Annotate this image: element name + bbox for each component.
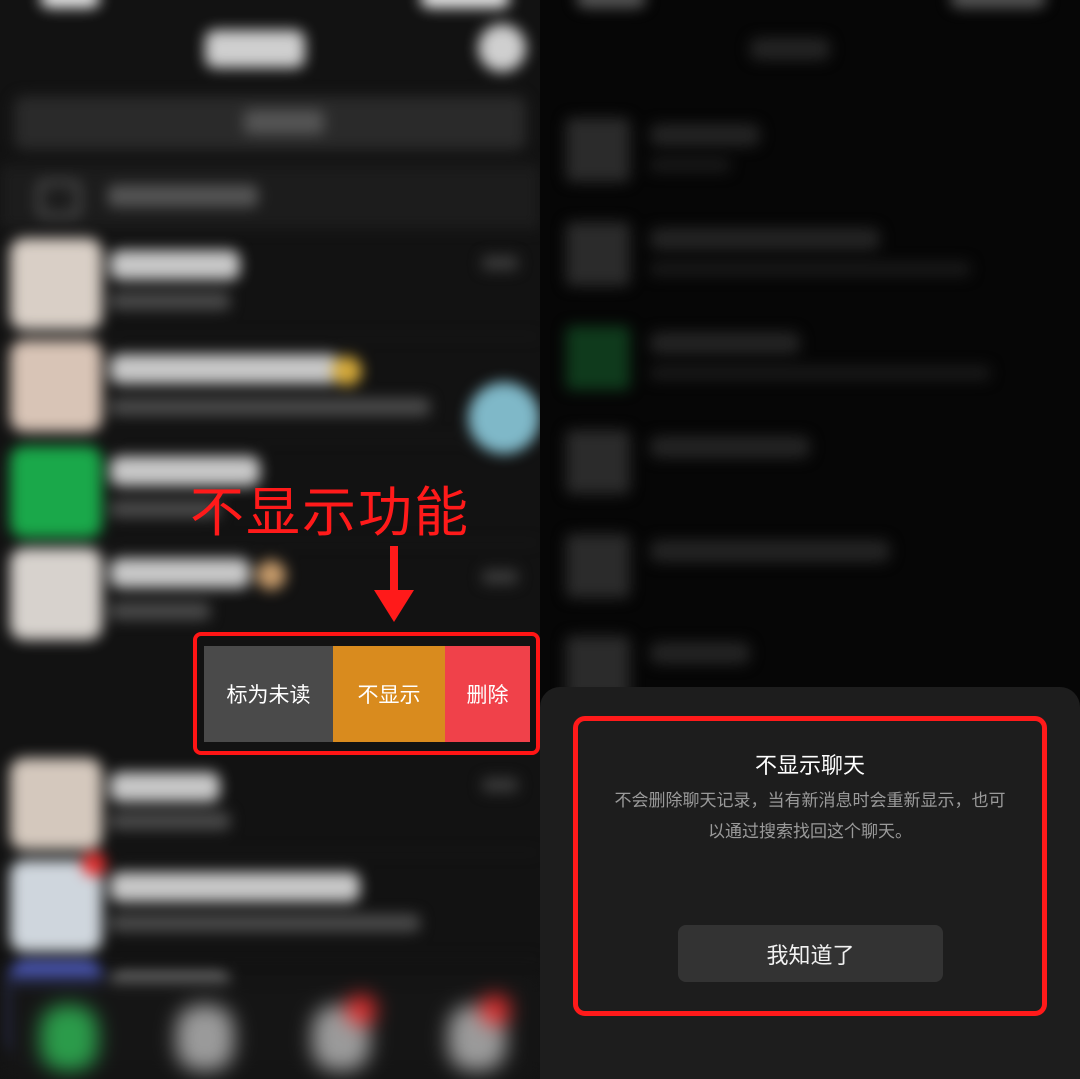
search-icon bbox=[244, 110, 324, 134]
highlight-frame bbox=[573, 716, 1047, 1016]
floating-window[interactable] bbox=[468, 382, 540, 454]
chat-name bbox=[650, 228, 880, 250]
chat-preview bbox=[110, 602, 210, 620]
chat-preview bbox=[110, 398, 430, 416]
chat-name bbox=[650, 332, 800, 354]
chat-name bbox=[650, 642, 750, 664]
chat-name bbox=[650, 436, 810, 458]
unread-badge bbox=[480, 995, 510, 1025]
desktop-login-bar[interactable] bbox=[0, 165, 540, 229]
chat-preview bbox=[110, 812, 230, 830]
avatar bbox=[10, 340, 102, 432]
chat-name bbox=[110, 354, 340, 384]
chat-name bbox=[650, 124, 760, 146]
chat-name bbox=[110, 872, 360, 902]
emoji-badge bbox=[332, 356, 362, 386]
avatar bbox=[10, 238, 102, 330]
blurred-desktop-text bbox=[108, 185, 258, 207]
chat-preview bbox=[110, 914, 420, 932]
unread-badge bbox=[346, 995, 376, 1025]
highlight-frame bbox=[193, 632, 540, 755]
chat-name bbox=[650, 540, 890, 562]
avatar bbox=[566, 534, 630, 598]
chat-preview bbox=[650, 366, 990, 380]
tab-contacts[interactable] bbox=[176, 1005, 234, 1071]
status-bar-icons bbox=[420, 0, 510, 8]
desktop-icon bbox=[38, 181, 80, 217]
avatar bbox=[10, 758, 102, 850]
avatar bbox=[566, 326, 630, 390]
down-arrow-icon bbox=[374, 546, 414, 622]
chat-preview bbox=[650, 158, 730, 172]
blurred-page-title bbox=[750, 38, 830, 60]
emoji-badge bbox=[256, 560, 286, 590]
blurred-page-title bbox=[205, 30, 305, 68]
chat-name bbox=[110, 772, 220, 802]
avatar bbox=[566, 430, 630, 494]
chat-name bbox=[110, 250, 240, 280]
status-bar-time bbox=[40, 0, 100, 8]
avatar bbox=[566, 222, 630, 286]
tab-chats[interactable] bbox=[40, 1005, 98, 1071]
divider bbox=[110, 852, 540, 853]
chat-preview bbox=[650, 262, 970, 276]
add-icon[interactable] bbox=[478, 24, 526, 72]
chat-time bbox=[482, 256, 518, 270]
chat-time bbox=[482, 778, 518, 792]
avatar bbox=[10, 548, 102, 640]
unread-badge bbox=[82, 852, 106, 876]
status-bar-icons bbox=[950, 0, 1046, 8]
chat-time bbox=[482, 570, 518, 584]
annotation-label: 不显示功能 bbox=[190, 481, 470, 544]
chat-list-screen: 不显示功能 标为未读 不显示 删除 bbox=[0, 0, 540, 1079]
status-bar-time bbox=[576, 0, 646, 8]
search-bar[interactable] bbox=[14, 96, 526, 150]
chat-name bbox=[110, 558, 250, 588]
divider bbox=[110, 336, 540, 337]
divider bbox=[110, 958, 540, 959]
avatar bbox=[10, 446, 102, 538]
avatar bbox=[566, 118, 630, 182]
tab-bar bbox=[0, 975, 540, 1079]
chat-preview bbox=[110, 292, 230, 310]
